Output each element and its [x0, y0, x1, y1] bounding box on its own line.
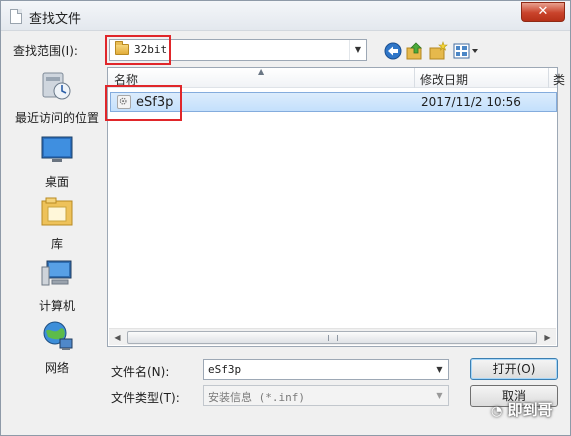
highlight-box-lookin [105, 35, 171, 65]
scroll-thumb[interactable] [127, 331, 537, 344]
up-folder-icon[interactable] [405, 41, 425, 61]
recent-places-icon [42, 72, 71, 100]
horizontal-scrollbar[interactable]: ◀ ▶ [109, 328, 556, 345]
lookin-label: 查找范围(I): [13, 44, 78, 58]
filename-label: 文件名(N): [111, 365, 170, 379]
file-date: 2017/11/2 10:56 [421, 95, 521, 109]
document-icon [10, 9, 22, 24]
column-type[interactable]: 类 [553, 71, 565, 88]
place-recent[interactable]: 最近访问的位置 [11, 69, 103, 126]
close-button[interactable]: ✕ [521, 2, 565, 22]
place-label: 桌面 [44, 175, 69, 189]
place-label: 库 [50, 237, 63, 251]
scroll-left-icon[interactable]: ◀ [109, 330, 126, 345]
highlight-box-file [105, 85, 182, 121]
chat-icon: ◔ [491, 404, 503, 419]
window-title: 查找文件 [29, 12, 82, 27]
watermark-text: 即到哥 [507, 401, 553, 419]
place-label: 计算机 [38, 299, 75, 313]
filetype-combo[interactable]: 安装信息 (*.inf) ▼ [203, 385, 449, 406]
chevron-down-icon[interactable]: ▼ [349, 40, 366, 60]
filename-combo[interactable]: eSf3p ▼ [203, 359, 449, 380]
chevron-down-icon[interactable]: ▼ [431, 386, 448, 405]
place-computer[interactable]: 计算机 [11, 257, 103, 314]
filetype-label: 文件类型(T): [111, 391, 180, 405]
libraries-icon [41, 197, 73, 226]
filetype-value: 安装信息 (*.inf) [208, 391, 305, 404]
desktop-icon [41, 136, 73, 162]
place-libraries[interactable]: 库 [11, 195, 103, 252]
sort-up-icon: ▲ [258, 67, 265, 76]
filename-value: eSf3p [208, 363, 242, 376]
back-arrow-icon[interactable] [383, 41, 403, 61]
open-button[interactable]: 打开(O) [470, 358, 558, 380]
place-label: 最近访问的位置 [14, 111, 99, 125]
view-menu-icon[interactable] [452, 41, 480, 61]
chevron-down-icon[interactable]: ▼ [431, 360, 448, 379]
column-date[interactable]: 修改日期 [420, 71, 468, 88]
place-desktop[interactable]: 桌面 [11, 133, 103, 190]
title-bar: 查找文件 ✕ [1, 1, 570, 31]
place-label: 网络 [44, 361, 69, 375]
network-icon [43, 321, 73, 350]
new-folder-icon[interactable] [428, 41, 448, 61]
scroll-right-icon[interactable]: ▶ [539, 330, 556, 345]
watermark: ◔ 即到哥 [491, 399, 553, 420]
places-bar: 最近访问的位置 桌面 库 计算机 网络 [11, 67, 103, 387]
find-file-dialog: 查找文件 ✕ 查找范围(I): 32bit ▼ 最近访问的位置 桌面 库 计算机… [0, 0, 571, 436]
place-network[interactable]: 网络 [11, 319, 103, 376]
computer-icon [41, 260, 72, 286]
